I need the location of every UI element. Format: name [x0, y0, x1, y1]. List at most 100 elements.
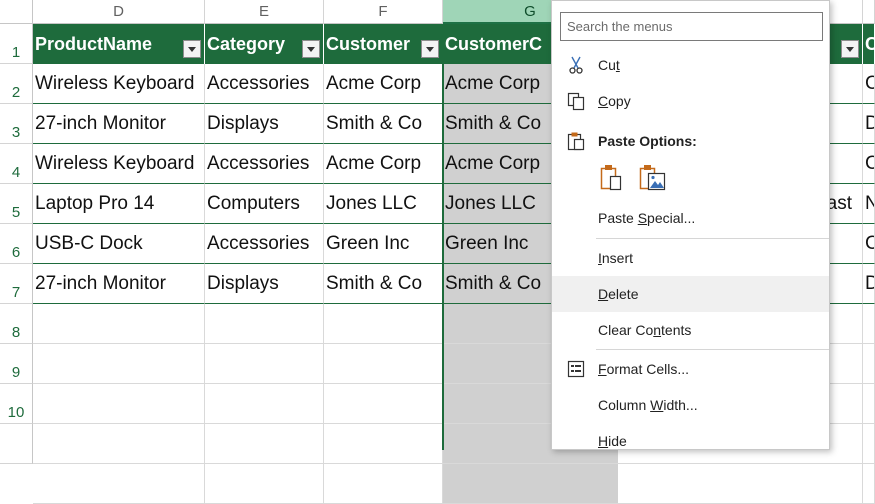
cell-customer[interactable]: Jones LLC [324, 184, 443, 224]
row-header-1[interactable]: 1 [0, 24, 33, 64]
cell-productname[interactable]: Wireless Keyboard [33, 64, 205, 104]
cell-customer[interactable] [324, 344, 443, 384]
cell-customer[interactable] [324, 384, 443, 424]
cell-category[interactable] [205, 344, 324, 384]
paste-button[interactable] [598, 163, 626, 193]
cell-category[interactable] [205, 464, 324, 504]
cell-productname[interactable] [33, 424, 205, 464]
cell-partial[interactable]: D [863, 264, 875, 304]
cell-productname[interactable]: USB-C Dock [33, 224, 205, 264]
cell-category[interactable] [205, 304, 324, 344]
cell-customer[interactable]: Acme Corp [324, 144, 443, 184]
cell-category[interactable]: Accessories [205, 64, 324, 104]
column-letter: D [113, 3, 124, 20]
row-header-11[interactable] [0, 424, 33, 464]
cell-productname[interactable] [33, 344, 205, 384]
cell-value: Displays [207, 272, 279, 294]
menu-item-delete[interactable]: Delete [552, 276, 829, 312]
column-header-f[interactable]: F [324, 0, 443, 24]
cell-category[interactable] [205, 384, 324, 424]
row-header-2[interactable]: 2 [0, 64, 33, 104]
row-header-8[interactable]: 8 [0, 304, 33, 344]
cell-partial[interactable] [863, 424, 875, 464]
cell-customer[interactable]: Green Inc [324, 224, 443, 264]
menu-item-clear-contents[interactable]: Clear Contents [552, 312, 829, 348]
cell-value: Accessories [207, 72, 310, 94]
cell-productname[interactable]: Wireless Keyboard [33, 144, 205, 184]
select-all-corner[interactable] [0, 0, 33, 24]
cell-category[interactable]: Accessories [205, 144, 324, 184]
filter-dropdown-icon[interactable] [841, 40, 859, 58]
cell-value: Computers [207, 192, 300, 214]
cell-productname[interactable] [33, 464, 205, 504]
menu-item-copy[interactable]: Copy [552, 83, 829, 119]
cell-category[interactable]: Computers [205, 184, 324, 224]
cell-partial[interactable]: C [863, 144, 875, 184]
column-letter: G [524, 2, 536, 20]
column-header-e[interactable]: E [205, 0, 324, 24]
menu-label: Paste Special... [598, 210, 696, 226]
row-header-4[interactable]: 4 [0, 144, 33, 184]
cell-value: Laptop Pro 14 [35, 192, 155, 214]
cell-productname[interactable]: 27-inch Monitor [33, 264, 205, 304]
cell-partial[interactable] [863, 384, 875, 424]
column-header-d[interactable]: D [33, 0, 205, 24]
cell-hidden[interactable] [618, 464, 863, 504]
header-cell-partial[interactable]: C [863, 24, 875, 64]
cell-productname[interactable]: 27-inch Monitor [33, 104, 205, 144]
cell-category[interactable]: Displays [205, 104, 324, 144]
cell-value: Smith & Co [445, 112, 542, 134]
menu-item-paste-special[interactable]: Paste Special... [552, 200, 829, 236]
cell-partial[interactable] [863, 464, 875, 504]
cell-partial[interactable] [863, 344, 875, 384]
cell-partial[interactable]: D [863, 104, 875, 144]
paste-picture-button[interactable] [638, 163, 668, 193]
cell-category[interactable] [205, 424, 324, 464]
menu-search-input[interactable]: Search the menus [560, 12, 823, 41]
row-header-9[interactable]: 9 [0, 344, 33, 384]
row-header-6[interactable]: 6 [0, 224, 33, 264]
menu-item-cut[interactable]: Cut [552, 47, 829, 83]
paste-picture-icon [639, 165, 666, 191]
row-header-10[interactable]: 10 [0, 384, 33, 424]
header-cell-category[interactable]: Category [205, 24, 324, 64]
menu-label: Delete [598, 286, 639, 302]
filter-dropdown-icon[interactable] [183, 40, 201, 58]
cell-partial[interactable]: C [863, 224, 875, 264]
header-cell-productname[interactable]: ProductName [33, 24, 205, 64]
row-header-3[interactable]: 3 [0, 104, 33, 144]
cell-partial[interactable]: C [863, 64, 875, 104]
cell-customer[interactable] [324, 304, 443, 344]
paste-clipboard-icon [600, 165, 622, 191]
cell-productname[interactable] [33, 384, 205, 424]
cell-value: C [865, 153, 874, 175]
row-header-5[interactable]: 5 [0, 184, 33, 224]
cell-customer[interactable]: Smith & Co [324, 264, 443, 304]
column-letter: E [258, 3, 269, 20]
menu-item-insert[interactable]: Insert [552, 240, 829, 276]
cell-category[interactable]: Accessories [205, 224, 324, 264]
filter-dropdown-icon[interactable] [421, 40, 439, 58]
menu-item-column-width[interactable]: Column Width... [552, 387, 829, 423]
column-header-i[interactable] [863, 0, 875, 24]
cell-productname[interactable]: Laptop Pro 14 [33, 184, 205, 224]
cell-customer[interactable]: Smith & Co [324, 104, 443, 144]
menu-item-format-cells[interactable]: Format Cells... [552, 351, 829, 387]
format-cells-icon [566, 359, 586, 379]
cell-customer[interactable] [324, 424, 443, 464]
menu-item-hide[interactable]: Hide [552, 423, 829, 459]
cell-value: Green Inc [445, 232, 529, 254]
cell-value: C [865, 233, 874, 255]
cell-partial[interactable]: N [863, 184, 875, 224]
cell-customer[interactable]: Acme Corp [324, 64, 443, 104]
cell-productname[interactable] [33, 304, 205, 344]
cell-category[interactable]: Displays [205, 264, 324, 304]
row-header-7[interactable]: 7 [0, 264, 33, 304]
cell-customerc[interactable] [443, 464, 618, 504]
cell-value: Acme Corp [445, 72, 541, 94]
header-cell-customer[interactable]: Customer [324, 24, 443, 64]
cell-customer[interactable] [324, 464, 443, 504]
filter-dropdown-icon[interactable] [302, 40, 320, 58]
cell-value: Acme Corp [326, 72, 422, 94]
cell-partial[interactable] [863, 304, 875, 344]
